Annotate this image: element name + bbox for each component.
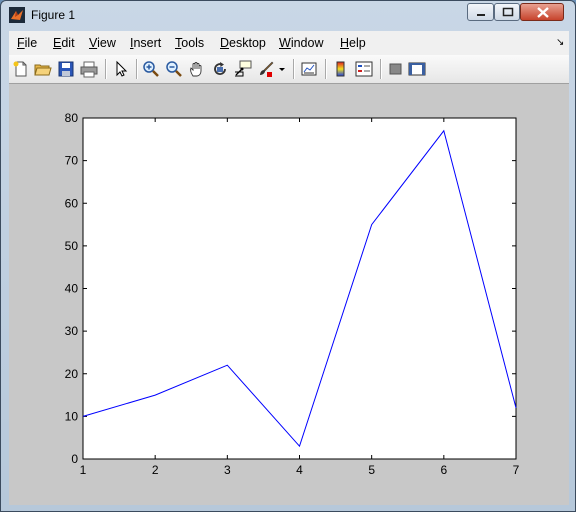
toolbar-separator <box>136 59 138 79</box>
brush-icon[interactable] <box>257 60 275 78</box>
colorbar-icon[interactable] <box>332 60 350 78</box>
menu-bar: File Edit View Insert Tools Desktop Wind… <box>9 31 569 55</box>
x-tick-label: 2 <box>152 463 159 477</box>
line-plot[interactable]: 0 10 20 30 40 50 60 70 80 1 2 3 4 5 6 7 <box>9 84 569 505</box>
matlab-logo-icon <box>9 7 25 23</box>
y-tick-label: 60 <box>65 196 79 210</box>
menu-view[interactable]: View <box>89 36 116 50</box>
hide-plot-tools-icon[interactable] <box>387 60 405 78</box>
toolbar-separator <box>293 59 295 79</box>
legend-icon[interactable] <box>355 60 373 78</box>
x-tick-label: 7 <box>513 463 520 477</box>
x-tick-label: 4 <box>296 463 303 477</box>
toolbar-separator <box>105 59 107 79</box>
toolbar-separator <box>325 59 327 79</box>
menu-edit[interactable]: Edit <box>53 36 75 50</box>
y-tick-label: 70 <box>65 154 79 168</box>
y-tick-label: 0 <box>71 452 78 466</box>
minimize-button[interactable] <box>467 3 494 21</box>
maximize-button[interactable] <box>494 3 520 21</box>
open-file-icon[interactable] <box>34 60 52 78</box>
close-icon <box>537 7 549 18</box>
print-icon[interactable] <box>80 60 98 78</box>
menu-insert[interactable]: Insert <box>130 36 161 50</box>
pointer-icon[interactable] <box>112 60 130 78</box>
x-tick-label: 6 <box>440 463 447 477</box>
menu-help[interactable]: Help <box>340 36 366 50</box>
y-tick-label: 80 <box>65 111 79 125</box>
show-plot-tools-icon[interactable] <box>408 60 426 78</box>
plot-axes-box <box>82 117 517 460</box>
figure-window: Figure 1 File Edit View Insert Tools Des… <box>0 0 576 512</box>
pan-hand-icon[interactable] <box>188 60 206 78</box>
y-tick-label: 20 <box>65 367 79 381</box>
y-tick-label: 40 <box>65 282 79 296</box>
menu-file[interactable]: File <box>17 36 37 50</box>
x-tick-label: 1 <box>80 463 87 477</box>
figure-toolbar <box>9 55 569 84</box>
link-plot-icon[interactable] <box>300 60 318 78</box>
menu-dock-arrow-icon[interactable]: ↘ <box>556 37 564 48</box>
maximize-icon <box>502 7 514 17</box>
save-icon[interactable] <box>57 60 75 78</box>
x-tick-label: 3 <box>224 463 231 477</box>
zoom-out-icon[interactable] <box>165 60 183 78</box>
y-tick-label: 50 <box>65 239 79 253</box>
data-cursor-icon[interactable] <box>234 60 252 78</box>
toolbar-separator <box>380 59 382 79</box>
minimize-icon <box>477 14 485 16</box>
zoom-in-icon[interactable] <box>142 60 160 78</box>
figure-client-area: File Edit View Insert Tools Desktop Wind… <box>9 31 569 505</box>
x-tick-label: 5 <box>368 463 375 477</box>
close-button[interactable] <box>520 3 564 21</box>
menu-window[interactable]: Window <box>279 36 323 50</box>
y-tick-label: 30 <box>65 324 79 338</box>
title-bar[interactable]: Figure 1 <box>1 1 575 29</box>
rotate-3d-icon[interactable] <box>211 60 229 78</box>
figure-canvas[interactable]: 0 10 20 30 40 50 60 70 80 1 2 3 4 5 6 7 <box>9 84 569 505</box>
window-title: Figure 1 <box>31 8 76 22</box>
new-figure-icon[interactable] <box>12 60 30 78</box>
dropdown-arrow-icon[interactable] <box>277 60 287 78</box>
y-tick-label: 10 <box>65 409 79 423</box>
menu-desktop[interactable]: Desktop <box>220 36 266 50</box>
menu-tools[interactable]: Tools <box>175 36 204 50</box>
